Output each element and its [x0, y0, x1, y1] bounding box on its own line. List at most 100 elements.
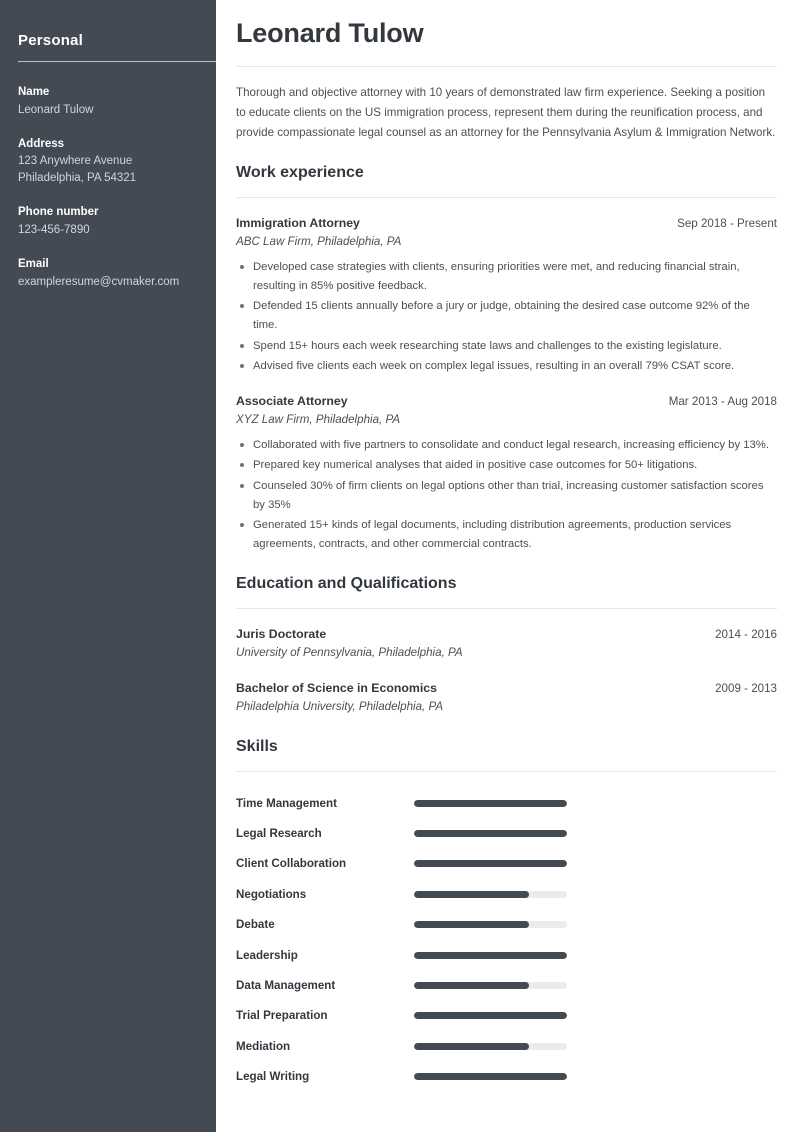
skill-name: Legal Writing	[236, 1070, 310, 1084]
work-experience-section: Work experience Immigration Attorney Sep …	[236, 163, 777, 554]
skill-level-fill	[414, 890, 529, 898]
skill-name: Time Management	[236, 796, 337, 810]
skill-level-track	[414, 829, 567, 837]
list-item: Prepared key numerical analyses that aid…	[236, 456, 777, 475]
professional-summary: Thorough and objective attorney with 10 …	[236, 86, 776, 139]
header-divider	[236, 66, 777, 68]
work-entry: Immigration Attorney Sep 2018 - Present AB…	[236, 214, 777, 376]
work-entry-header: Immigration Attorney Sep 2018 - Present	[236, 214, 777, 232]
list-item: Collaborated with five partners to conso…	[236, 436, 777, 455]
skill-name: Legal Research	[236, 826, 322, 840]
work-experience-title: Work experience	[236, 163, 364, 181]
skill-name: Client Collaboration	[236, 857, 347, 871]
skill-name: Negotiations	[236, 887, 307, 901]
work-entry-role: Associate Attorney	[236, 393, 348, 408]
education-title: Education and Qualifications	[236, 574, 457, 592]
sidebar-field-label: Email	[18, 258, 49, 271]
skill-name: Trial Preparation	[236, 1009, 328, 1023]
sidebar-field: Phone number 123-456-7890	[18, 204, 198, 239]
education-entry-dates: 2014 - 2016	[715, 627, 777, 641]
skill-level-fill	[414, 921, 529, 929]
work-entry-list: Immigration Attorney Sep 2018 - Present AB…	[236, 214, 777, 553]
sidebar: Personal Name Leonard Tulow Address 123 Any…	[0, 0, 216, 1132]
section-divider	[236, 607, 777, 609]
education-entry-dates: 2009 - 2013	[715, 681, 777, 695]
education-entry-school: University of Pennsylvania, Philadelphia…	[236, 646, 463, 660]
skills-section: Skills Time Management Legal Research Clie…	[236, 737, 777, 1092]
skill-level-fill	[414, 1012, 567, 1020]
list-item: Advised five clients each week on comple…	[236, 357, 777, 376]
skill-row: Debate	[236, 909, 777, 939]
skill-level-track	[414, 890, 567, 898]
section-divider	[236, 197, 777, 199]
skill-level-track	[414, 921, 567, 929]
education-entry-header: Juris Doctorate 2014 - 2016	[236, 625, 777, 643]
work-entry-company: ABC Law Firm, Philadelphia, PA	[236, 235, 402, 249]
list-item: Generated 15+ kinds of legal documents, …	[236, 516, 777, 553]
list-item: Developed case strategies with clients, …	[236, 258, 777, 295]
sidebar-field: Email exampleresume@cvmaker.com	[18, 256, 198, 291]
skill-level-track	[414, 981, 567, 989]
skill-level-track	[414, 860, 567, 868]
skill-name: Debate	[236, 918, 275, 932]
skill-level-track	[414, 799, 567, 807]
education-entry-degree: Bachelor of Science in Economics	[236, 680, 437, 695]
skill-row: Data Management	[236, 970, 777, 1000]
skill-name: Data Management	[236, 978, 336, 992]
section-divider	[236, 770, 777, 772]
sidebar-field-label: Address	[18, 137, 65, 150]
main-content: Leonard Tulow Thorough and objective att…	[216, 0, 800, 1132]
skill-row: Client Collaboration	[236, 849, 777, 879]
sidebar-title: Personal	[18, 32, 83, 49]
skill-row: Mediation	[236, 1031, 777, 1061]
work-entry-bullets: Collaborated with five partners to conso…	[236, 436, 777, 554]
sidebar-field-value: 123 Anywhere Avenue	[18, 155, 133, 168]
list-item: Spend 15+ hours each week researching st…	[236, 337, 777, 356]
skill-row: Legal Writing	[236, 1061, 777, 1091]
sidebar-field-label: Phone number	[18, 206, 99, 219]
skill-level-fill	[414, 981, 529, 989]
skill-level-fill	[414, 799, 567, 807]
skill-level-fill	[414, 1042, 529, 1050]
skill-level-fill	[414, 829, 567, 837]
work-entry-company: XYZ Law Firm, Philadelphia, PA	[236, 413, 401, 427]
education-entry-school: Philadelphia University, Philadelphia, P…	[236, 700, 444, 714]
skill-name: Leadership	[236, 948, 298, 962]
sidebar-divider	[18, 61, 216, 62]
skill-level-track	[414, 1073, 567, 1081]
sidebar-fields: Name Leonard Tulow Address 123 Anywhere Ave…	[18, 84, 198, 291]
sidebar-field: Name Leonard Tulow	[18, 84, 198, 119]
list-item: Defended 15 clients annually before a ju…	[236, 297, 777, 334]
skill-row: Legal Research	[236, 818, 777, 848]
sidebar-field-value: Leonard Tulow	[18, 103, 94, 116]
education-entry: Juris Doctorate 2014 - 2016 University of …	[236, 625, 777, 663]
resume-page: Personal Name Leonard Tulow Address 123 Any…	[0, 0, 800, 1132]
skill-row: Leadership	[236, 940, 777, 970]
sidebar-field: Address 123 Anywhere Avenue Philadelphia, …	[18, 136, 198, 188]
skill-list: Time Management Legal Research Client Coll…	[236, 788, 777, 1092]
work-entry-dates: Mar 2013 - Aug 2018	[668, 394, 777, 408]
skill-level-track	[414, 1042, 567, 1050]
education-section: Education and Qualifications Juris Docto…	[236, 574, 777, 717]
work-entry-dates: Sep 2018 - Present	[677, 217, 777, 231]
skill-level-fill	[414, 1073, 567, 1081]
page-title: Leonard Tulow	[236, 18, 424, 48]
skills-title: Skills	[236, 737, 278, 755]
education-entry-header: Bachelor of Science in Economics 2009 - 2…	[236, 679, 777, 697]
sidebar-field-value: exampleresume@cvmaker.com	[18, 275, 180, 288]
skill-row: Time Management	[236, 788, 777, 818]
work-entry-role: Immigration Attorney	[236, 216, 360, 231]
work-entry: Associate Attorney Mar 2013 - Aug 2018 XYZ…	[236, 392, 777, 554]
work-entry-bullets: Developed case strategies with clients, …	[236, 258, 777, 376]
skill-level-track	[414, 1012, 567, 1020]
skill-level-fill	[414, 860, 567, 868]
sidebar-field-value: Philadelphia, PA 54321	[18, 172, 137, 185]
skill-name: Mediation	[236, 1039, 291, 1053]
work-entry-header: Associate Attorney Mar 2013 - Aug 2018	[236, 392, 777, 410]
education-entry-list: Juris Doctorate 2014 - 2016 University of …	[236, 625, 777, 717]
sidebar-field-value: 123-456-7890	[18, 224, 90, 237]
skill-row: Negotiations	[236, 879, 777, 909]
skill-row: Trial Preparation	[236, 1001, 777, 1031]
list-item: Counseled 30% of firm clients on legal o…	[236, 477, 777, 514]
skill-level-track	[414, 951, 567, 959]
